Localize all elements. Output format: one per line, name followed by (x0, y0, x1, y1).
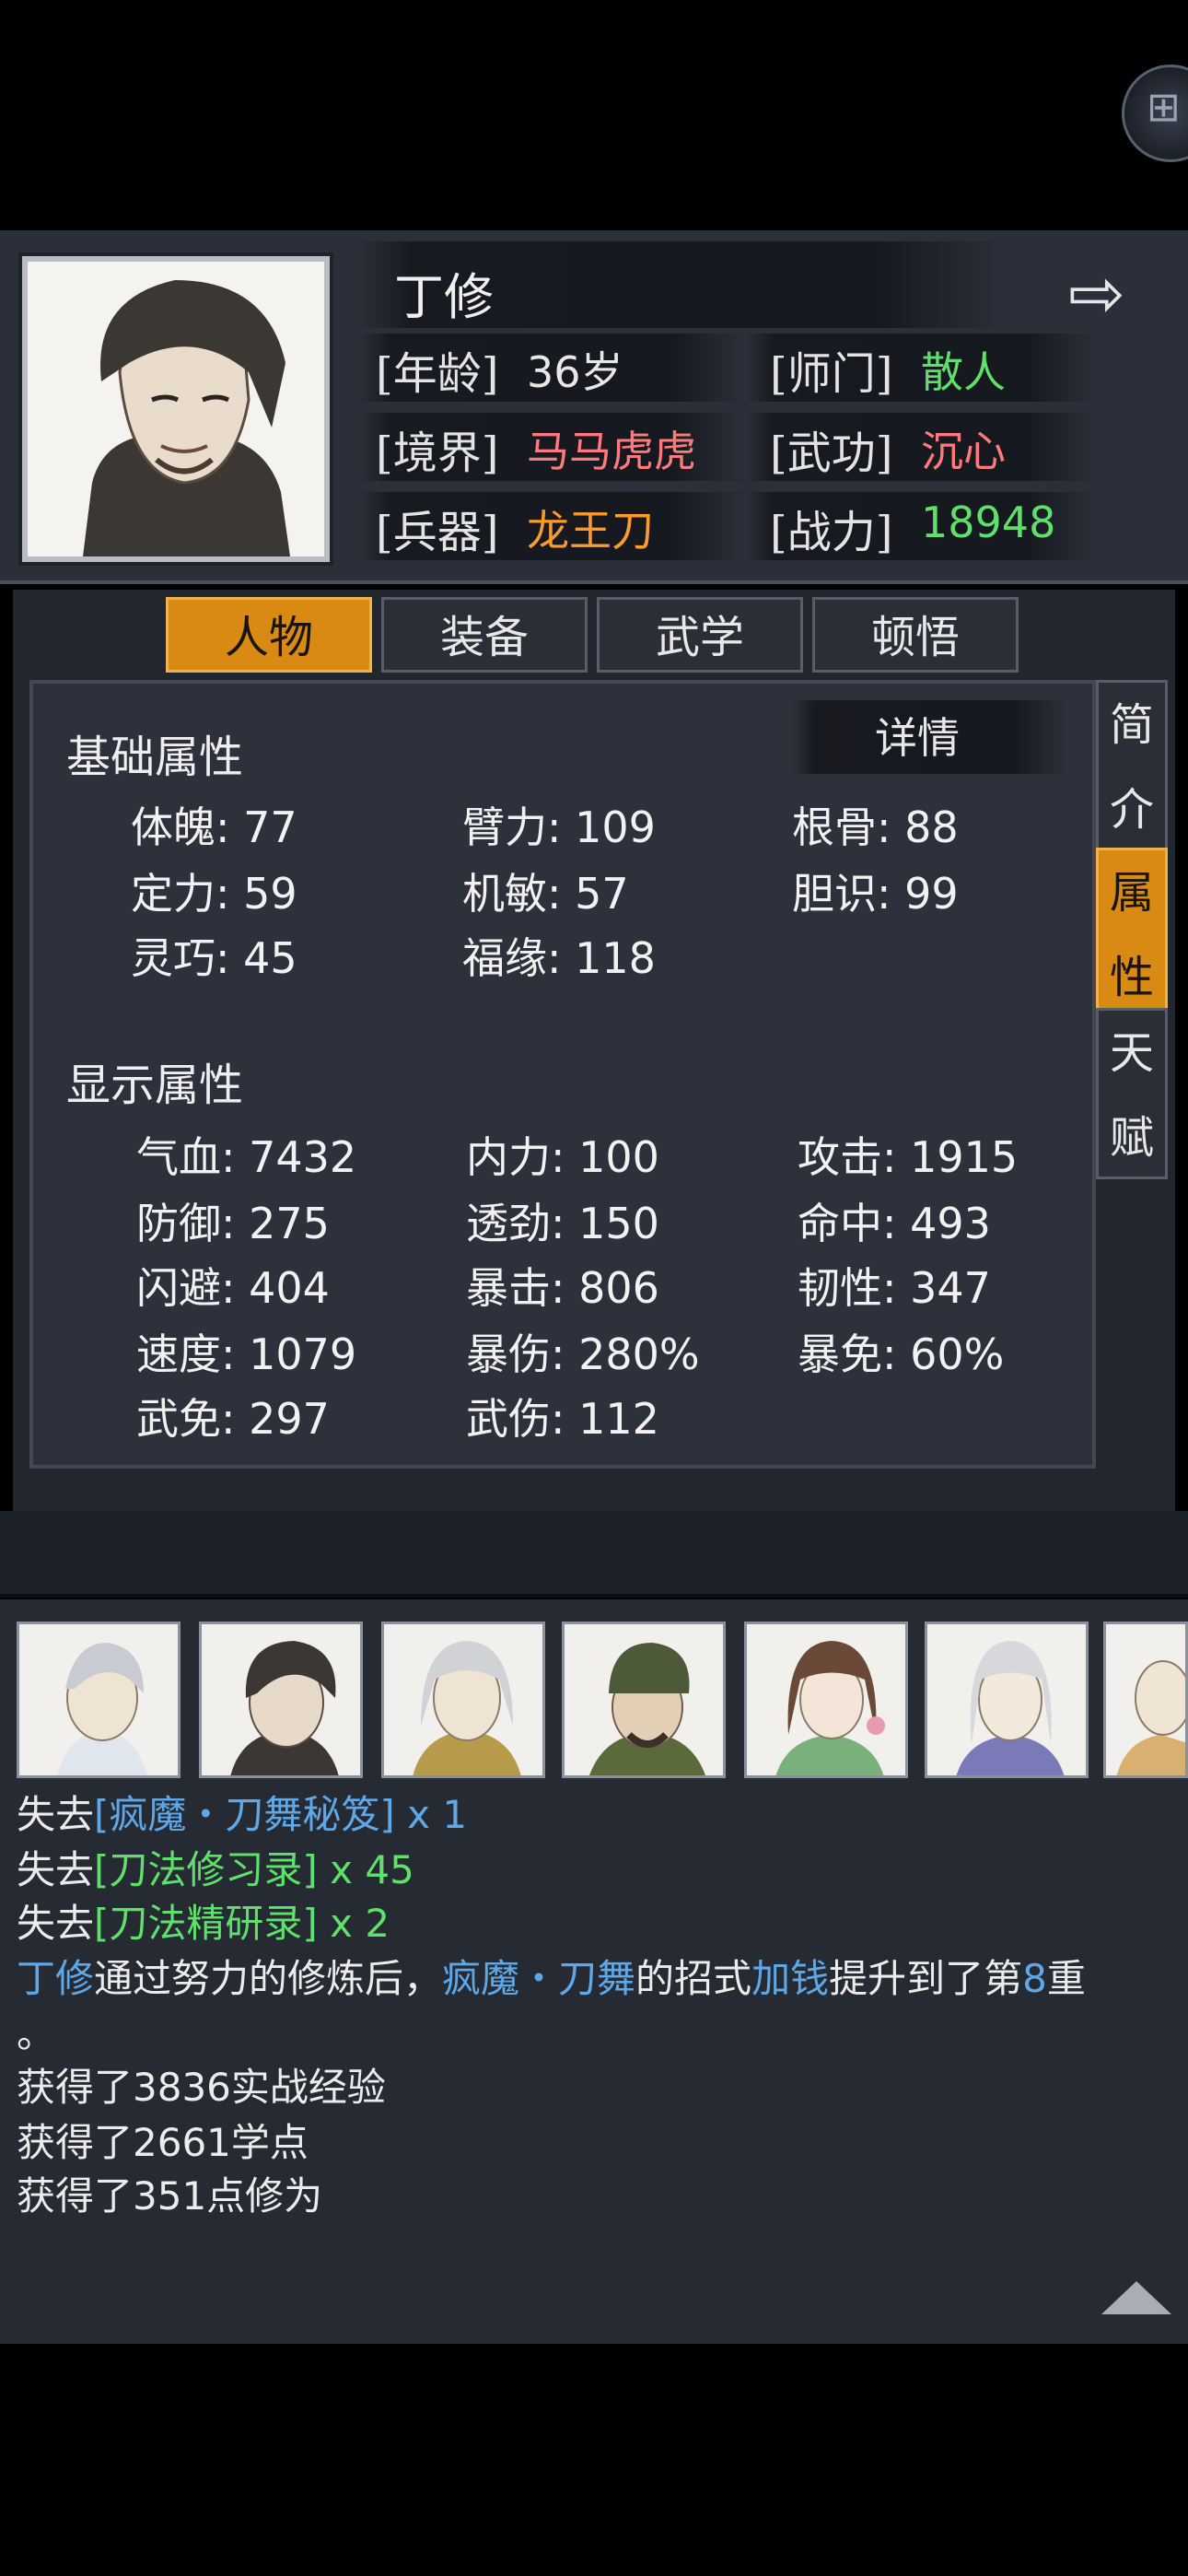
stat-bone: 根骨: 88 (792, 802, 959, 852)
age-value: 36岁 (527, 347, 623, 397)
log-line: 获得了351点修为 (17, 2173, 323, 2219)
log-line: 失去[疯魔・刀舞秘笈] x 1 (17, 1792, 468, 1837)
stat-defense: 防御: 275 (136, 1199, 330, 1248)
tab-martial-arts[interactable]: 武学 (597, 597, 803, 673)
log-line: 失去[刀法修习录] x 45 (17, 1847, 414, 1892)
arrow-right-icon[interactable]: ⇨ (1068, 260, 1125, 328)
tab-enlightenment[interactable]: 顿悟 (812, 597, 1019, 673)
stat-physique: 体魄: 77 (131, 802, 297, 852)
stat-hit: 命中: 493 (798, 1199, 991, 1248)
party-member-portrait[interactable] (199, 1622, 363, 1778)
stat-martial-damage: 武伤: 112 (466, 1394, 659, 1444)
character-portrait (22, 256, 330, 562)
party-member-portrait[interactable] (925, 1622, 1089, 1778)
stat-martial-resist: 武免: 297 (136, 1394, 330, 1444)
stat-fortune: 福缘: 118 (462, 933, 656, 983)
stat-composure: 定力: 59 (131, 869, 297, 919)
log-line: 。 (17, 2011, 56, 2056)
party-member-portrait[interactable] (17, 1622, 181, 1778)
stat-crit-damage: 暴伤: 280% (466, 1329, 700, 1379)
stat-penetration: 透劲: 150 (466, 1199, 659, 1248)
stat-crit-resist: 暴免: 60% (798, 1329, 1005, 1379)
stat-courage: 胆识: 99 (792, 869, 959, 919)
side-tab-intro[interactable]: 简 介 (1096, 680, 1168, 853)
basic-attributes-title: 基础属性 (66, 732, 244, 783)
skill-value: 沉心 (921, 427, 1006, 476)
scroll-up-icon[interactable] (1101, 2281, 1171, 2314)
party-member-portrait[interactable] (562, 1622, 726, 1778)
party-member-portrait[interactable] (1103, 1622, 1188, 1778)
party-member-portrait[interactable] (744, 1622, 908, 1778)
stat-arm-strength: 臂力: 109 (462, 802, 656, 852)
age-label: [年龄] (376, 348, 499, 400)
stat-attack: 攻击: 1915 (798, 1132, 1019, 1182)
power-label: [战力] (770, 507, 893, 558)
side-tab-talents[interactable]: 天 赋 (1096, 1008, 1168, 1179)
tab-equipment[interactable]: 装备 (381, 597, 588, 673)
stat-agility: 机敏: 57 (462, 869, 629, 919)
skill-label: [武功] (770, 427, 893, 479)
stat-speed: 速度: 1079 (136, 1329, 357, 1379)
side-tab-attributes[interactable]: 属 性 (1096, 848, 1168, 1013)
party-member-portrait[interactable] (381, 1622, 545, 1778)
display-attributes-title: 显示属性 (66, 1060, 244, 1111)
weapon-label: [兵器] (376, 507, 499, 558)
detail-button[interactable]: 详情 (875, 705, 960, 766)
stat-crit: 暴击: 806 (466, 1263, 659, 1313)
log-line: 获得了2661学点 (17, 2120, 309, 2165)
stat-dodge: 闪避: 404 (136, 1263, 330, 1313)
log-line: 丁修通过努力的修炼后，疯魔・刀舞的招式加钱提升到了第8重 (17, 1956, 1086, 2001)
log-line: 获得了3836实战经验 (17, 2065, 386, 2110)
sect-value: 散人 (921, 347, 1006, 397)
character-name: 丁修 (394, 268, 494, 326)
stat-internal: 内力: 100 (466, 1132, 659, 1182)
stat-hp: 气血: 7432 (136, 1132, 357, 1182)
log-line: 失去[刀法精研录] x 2 (17, 1901, 390, 1946)
menu-corner-icon[interactable]: ⊞ (1122, 64, 1188, 162)
section-divider (0, 1511, 1188, 1598)
stat-dexterity: 灵巧: 45 (131, 933, 297, 983)
power-value: 18948 (921, 498, 1056, 547)
weapon-value: 龙王刀 (527, 506, 654, 556)
tab-bar: 人物 装备 武学 顿悟 (166, 597, 1022, 674)
sect-label: [师门] (770, 348, 893, 400)
realm-value: 马马虎虎 (527, 427, 696, 476)
tab-character[interactable]: 人物 (166, 597, 372, 673)
realm-label: [境界] (376, 427, 499, 479)
stat-toughness: 韧性: 347 (798, 1263, 991, 1313)
